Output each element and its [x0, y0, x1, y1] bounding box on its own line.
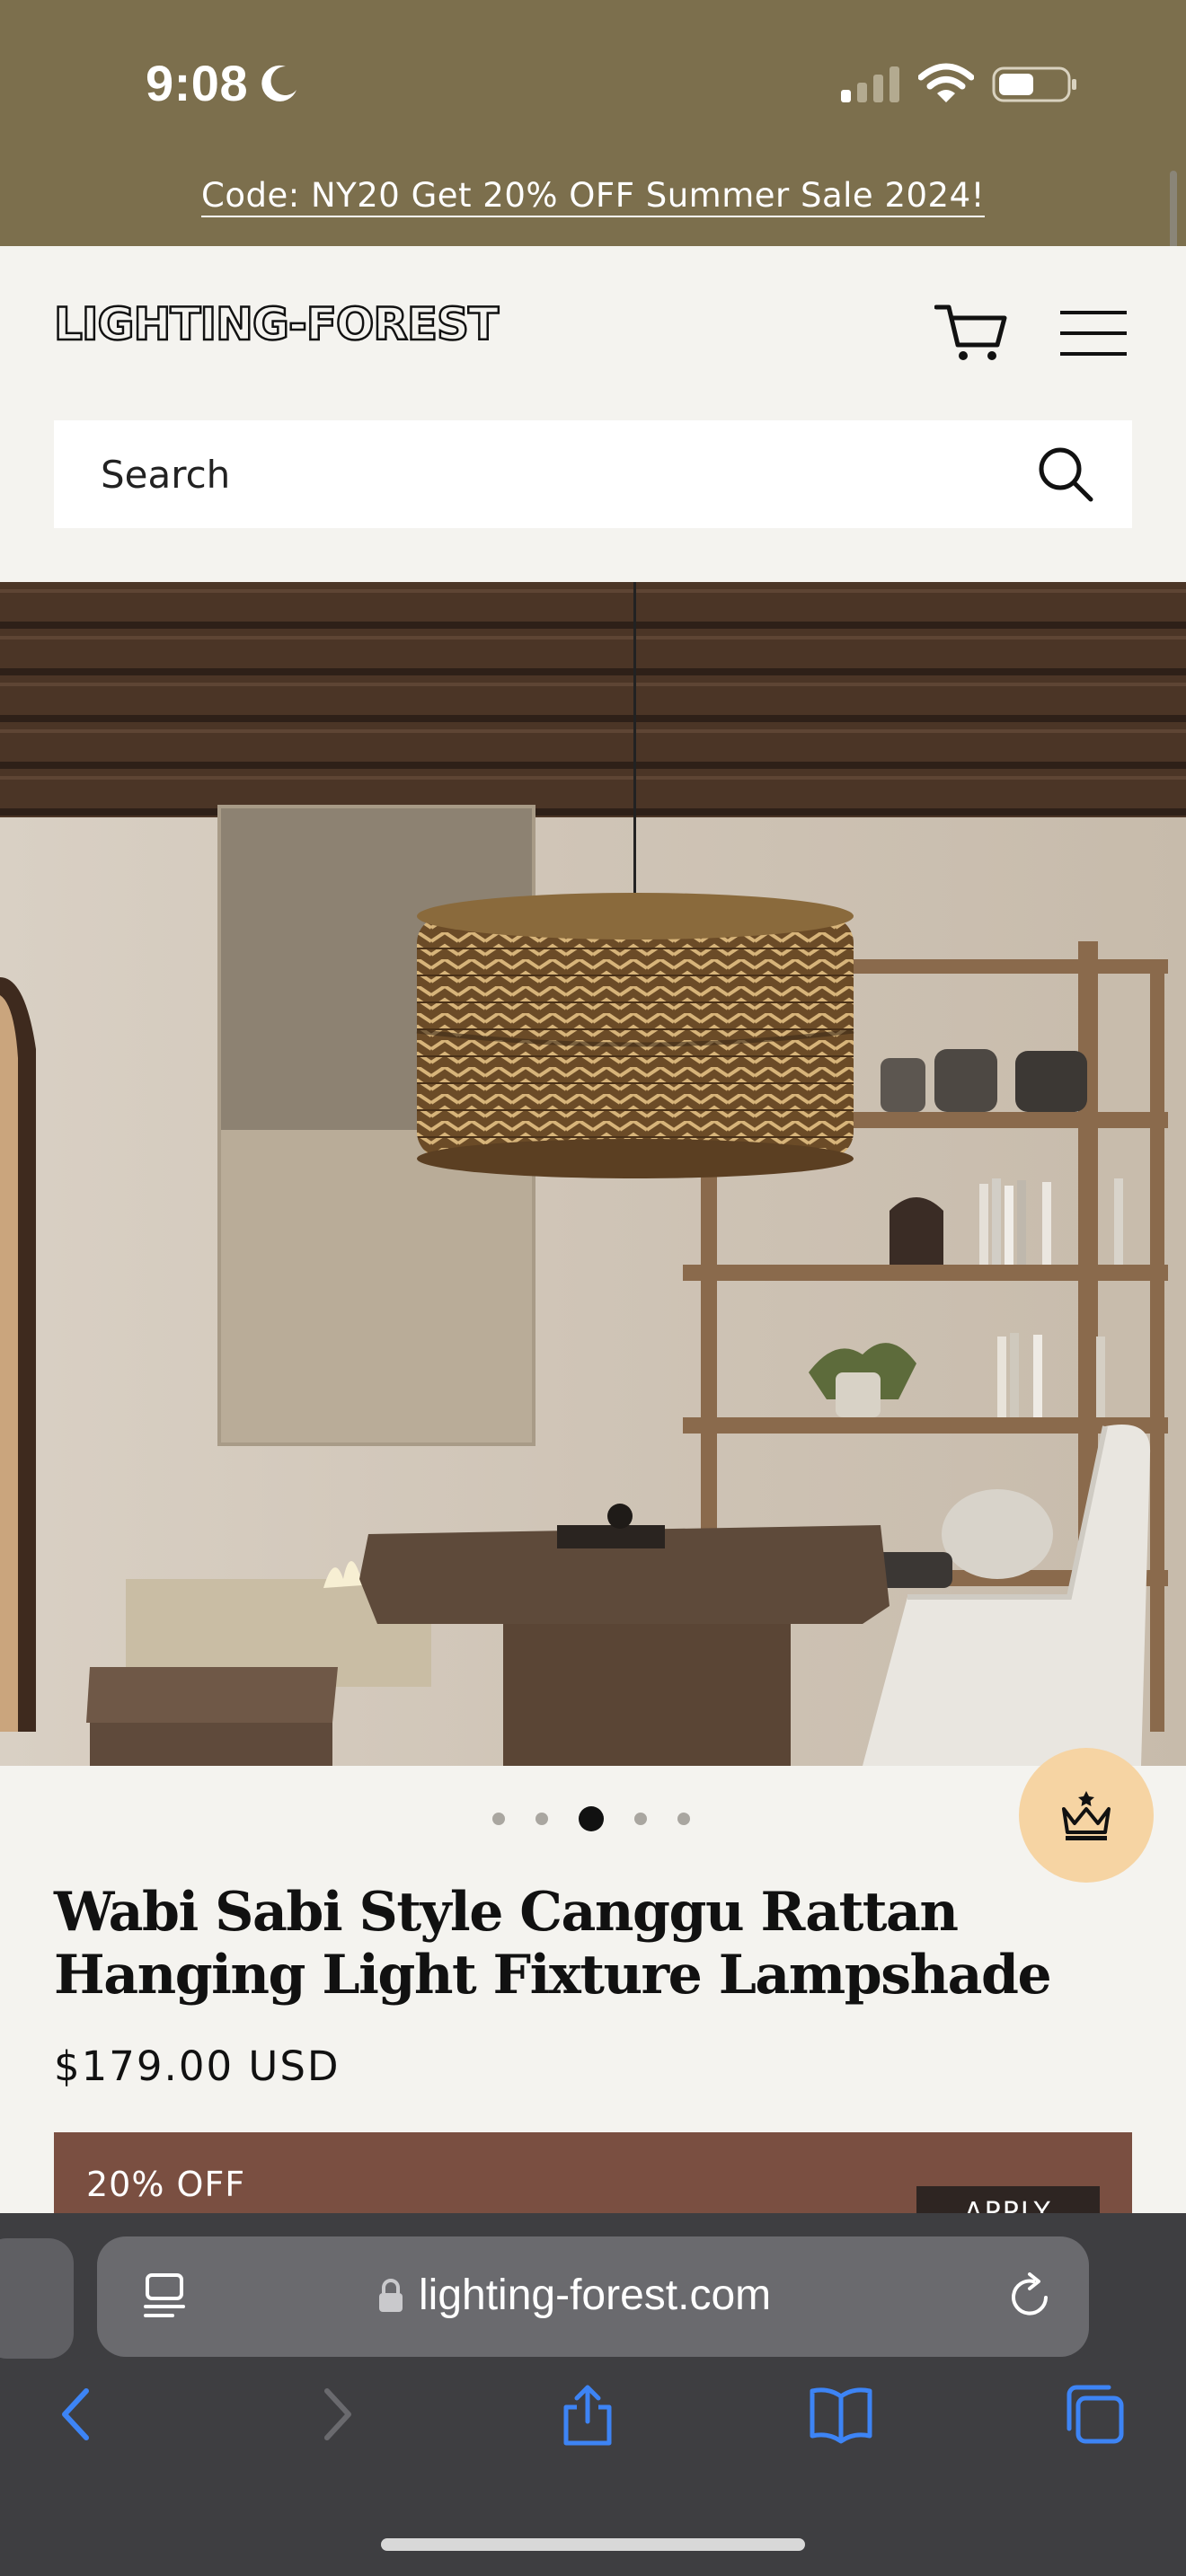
promo-announcement-link[interactable]: Code: NY20 Get 20% OFF Summer Sale 2024! [201, 176, 985, 215]
cellular-signal-icon [841, 66, 899, 102]
moon-icon [261, 65, 296, 101]
promo-announcement: Code: NY20 Get 20% OFF Summer Sale 2024! [0, 176, 1186, 215]
carousel-dot-5[interactable] [677, 1813, 690, 1825]
search-placeholder: Search [101, 453, 231, 497]
home-indicator[interactable] [381, 2538, 805, 2551]
site-logo[interactable]: LIGHTING-FOREST [53, 297, 500, 352]
bookmarks-icon[interactable] [809, 2382, 873, 2447]
share-icon[interactable] [555, 2382, 620, 2447]
address-bar[interactable]: lighting-forest.com [97, 2236, 1089, 2357]
carousel-dot-1[interactable] [492, 1813, 505, 1825]
forward-arrow-icon[interactable] [304, 2382, 368, 2447]
carousel-dots [492, 1805, 690, 1832]
search-icon[interactable] [1037, 446, 1094, 503]
safari-toolbar: lighting-forest.com [0, 2213, 1186, 2576]
product-title: Wabi Sabi Style Canggu Rattan Hanging Li… [54, 1881, 1052, 2007]
status-time: 9:08 [146, 55, 249, 111]
carousel-dot-2[interactable] [535, 1813, 548, 1825]
crown-icon [1062, 1791, 1111, 1840]
product-price: $179.00 USD [54, 2042, 341, 2090]
carousel-dot-3-active[interactable] [579, 1806, 604, 1831]
announcement-bar: 9:08 Code: NY20 Get 20% OFF Summer Sale … [0, 0, 1186, 246]
battery-icon [992, 66, 1076, 102]
carousel-dot-4[interactable] [634, 1813, 647, 1825]
cart-icon[interactable] [934, 300, 1008, 365]
hamburger-menu-icon[interactable] [1060, 309, 1127, 357]
tabs-icon[interactable] [1062, 2382, 1127, 2447]
discount-banner: 20% OFF APPLY [54, 2132, 1132, 2213]
search-input[interactable]: Search [54, 420, 1132, 528]
apply-discount-button[interactable]: APPLY [916, 2186, 1100, 2213]
site-header: LIGHTING-FOREST Search [0, 246, 1186, 582]
url-text: lighting-forest.com [419, 2272, 772, 2319]
product-photo-illustration [0, 582, 1186, 1766]
reader-mode-icon[interactable] [142, 2272, 187, 2321]
previous-tab-peek[interactable] [0, 2238, 74, 2359]
reload-icon[interactable] [1006, 2272, 1055, 2321]
rewards-button[interactable] [1019, 1748, 1154, 1883]
wifi-icon [918, 63, 974, 102]
lock-icon [379, 2279, 403, 2312]
discount-label: 20% OFF [86, 2165, 246, 2204]
product-image[interactable] [0, 582, 1186, 1766]
back-arrow-icon[interactable] [45, 2382, 110, 2447]
